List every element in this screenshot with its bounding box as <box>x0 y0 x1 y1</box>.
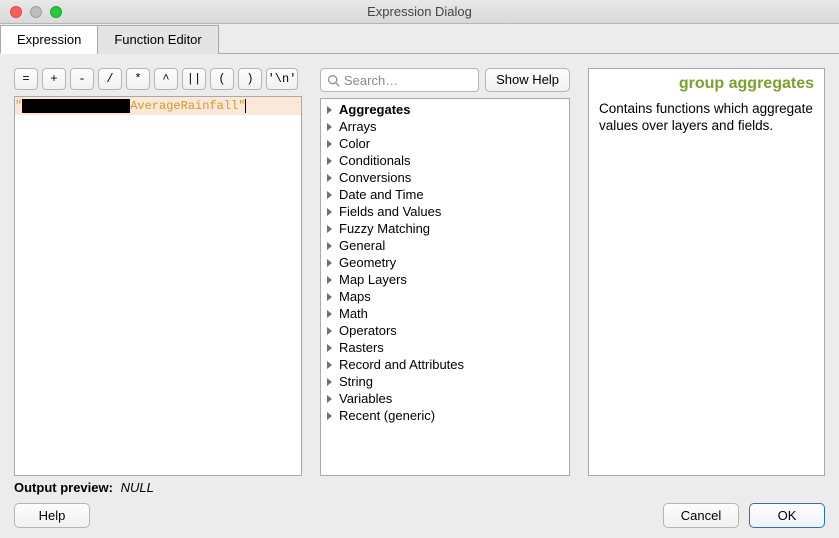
tree-item-label: Variables <box>339 391 392 406</box>
show-help-button[interactable]: Show Help <box>485 68 570 92</box>
chevron-right-icon <box>327 123 332 131</box>
tree-item-label: Conditionals <box>339 153 411 168</box>
tree-item[interactable]: Recent (generic) <box>321 407 569 424</box>
tree-item[interactable]: Rasters <box>321 339 569 356</box>
tree-item-label: Math <box>339 306 368 321</box>
tree-item-label: Arrays <box>339 119 377 134</box>
tab-expression[interactable]: Expression <box>0 25 98 54</box>
tree-item[interactable]: String <box>321 373 569 390</box>
window-title: Expression Dialog <box>0 4 839 19</box>
search-row: Search… Show Help <box>320 68 570 92</box>
tree-item-label: Record and Attributes <box>339 357 464 372</box>
chevron-right-icon <box>327 395 332 403</box>
quote-open: " <box>15 99 22 113</box>
help-button[interactable]: Help <box>14 503 90 528</box>
tree-item-label: Maps <box>339 289 371 304</box>
tree-item-label: Map Layers <box>339 272 407 287</box>
chevron-right-icon <box>327 208 332 216</box>
tree-item[interactable]: Conversions <box>321 169 569 186</box>
tab-bar: Expression Function Editor <box>0 24 839 54</box>
chevron-right-icon <box>327 293 332 301</box>
chevron-right-icon <box>327 327 332 335</box>
editor-line: " AverageRainfall " <box>15 97 301 115</box>
redacted-text <box>22 99 130 113</box>
tree-item-label: Fields and Values <box>339 204 441 219</box>
expression-editor[interactable]: " AverageRainfall " <box>14 96 302 476</box>
search-input[interactable]: Search… <box>320 68 479 92</box>
tree-item[interactable]: Aggregates <box>321 101 569 118</box>
tree-item[interactable]: Operators <box>321 322 569 339</box>
tree-item-label: Aggregates <box>339 102 411 117</box>
search-placeholder: Search… <box>344 73 398 88</box>
function-tree[interactable]: Aggregates Arrays Color Conditionals Convers… <box>320 98 570 476</box>
ok-button[interactable]: OK <box>749 503 825 528</box>
tree-item[interactable]: Variables <box>321 390 569 407</box>
chevron-right-icon <box>327 106 332 114</box>
titlebar: Expression Dialog <box>0 0 839 24</box>
chevron-right-icon <box>327 157 332 165</box>
search-icon <box>327 74 340 87</box>
preview-row: Output preview: NULL <box>0 476 839 497</box>
tree-item[interactable]: Conditionals <box>321 152 569 169</box>
chevron-right-icon <box>327 191 332 199</box>
chevron-right-icon <box>327 276 332 284</box>
op-power[interactable]: ^ <box>154 68 178 90</box>
tree-item[interactable]: Math <box>321 305 569 322</box>
tree-item[interactable]: Color <box>321 135 569 152</box>
left-pane: = + - / * ^ || ( ) '\n' " AverageRainfal… <box>14 68 302 476</box>
tree-item-label: Recent (generic) <box>339 408 435 423</box>
chevron-right-icon <box>327 174 332 182</box>
help-title: group aggregates <box>599 75 814 93</box>
tree-item-label: String <box>339 374 373 389</box>
content: = + - / * ^ || ( ) '\n' " AverageRainfal… <box>0 54 839 476</box>
tree-item-label: Fuzzy Matching <box>339 221 430 236</box>
preview-value: NULL <box>121 480 154 495</box>
tree-item[interactable]: Date and Time <box>321 186 569 203</box>
tree-item-label: General <box>339 238 385 253</box>
chevron-right-icon <box>327 361 332 369</box>
field-name: AverageRainfall <box>130 99 238 113</box>
help-pane: group aggregates Contains functions whic… <box>588 68 825 476</box>
op-equals[interactable]: = <box>14 68 38 90</box>
chevron-right-icon <box>327 259 332 267</box>
chevron-right-icon <box>327 310 332 318</box>
tree-item-label: Conversions <box>339 170 411 185</box>
footer: Help Cancel OK <box>0 497 839 538</box>
chevron-right-icon <box>327 225 332 233</box>
tree-item[interactable]: Fuzzy Matching <box>321 220 569 237</box>
chevron-right-icon <box>327 140 332 148</box>
chevron-right-icon <box>327 344 332 352</box>
tree-item-label: Geometry <box>339 255 396 270</box>
tree-item[interactable]: Record and Attributes <box>321 356 569 373</box>
preview-label: Output preview: <box>14 480 113 495</box>
chevron-right-icon <box>327 412 332 420</box>
tree-item[interactable]: Arrays <box>321 118 569 135</box>
tab-function-editor[interactable]: Function Editor <box>97 25 218 54</box>
cancel-button[interactable]: Cancel <box>663 503 739 528</box>
tree-item[interactable]: General <box>321 237 569 254</box>
op-multiply[interactable]: * <box>126 68 150 90</box>
tree-item-label: Color <box>339 136 370 151</box>
tree-item[interactable]: Maps <box>321 288 569 305</box>
tree-item[interactable]: Fields and Values <box>321 203 569 220</box>
tree-item-label: Operators <box>339 323 397 338</box>
tree-item-label: Date and Time <box>339 187 424 202</box>
op-open-paren[interactable]: ( <box>210 68 234 90</box>
tree-item[interactable]: Geometry <box>321 254 569 271</box>
op-close-paren[interactable]: ) <box>238 68 262 90</box>
op-minus[interactable]: - <box>70 68 94 90</box>
chevron-right-icon <box>327 242 332 250</box>
quote-close: " <box>238 99 245 113</box>
operator-toolbar: = + - / * ^ || ( ) '\n' <box>14 68 302 90</box>
text-cursor <box>245 99 246 113</box>
chevron-right-icon <box>327 378 332 386</box>
op-concat[interactable]: || <box>182 68 206 90</box>
help-body: Contains functions which aggregate value… <box>599 101 814 135</box>
op-plus[interactable]: + <box>42 68 66 90</box>
tree-item[interactable]: Map Layers <box>321 271 569 288</box>
tree-item-label: Rasters <box>339 340 384 355</box>
middle-pane: Search… Show Help Aggregates Arrays Color C… <box>320 68 570 476</box>
op-divide[interactable]: / <box>98 68 122 90</box>
op-newline[interactable]: '\n' <box>266 68 298 90</box>
